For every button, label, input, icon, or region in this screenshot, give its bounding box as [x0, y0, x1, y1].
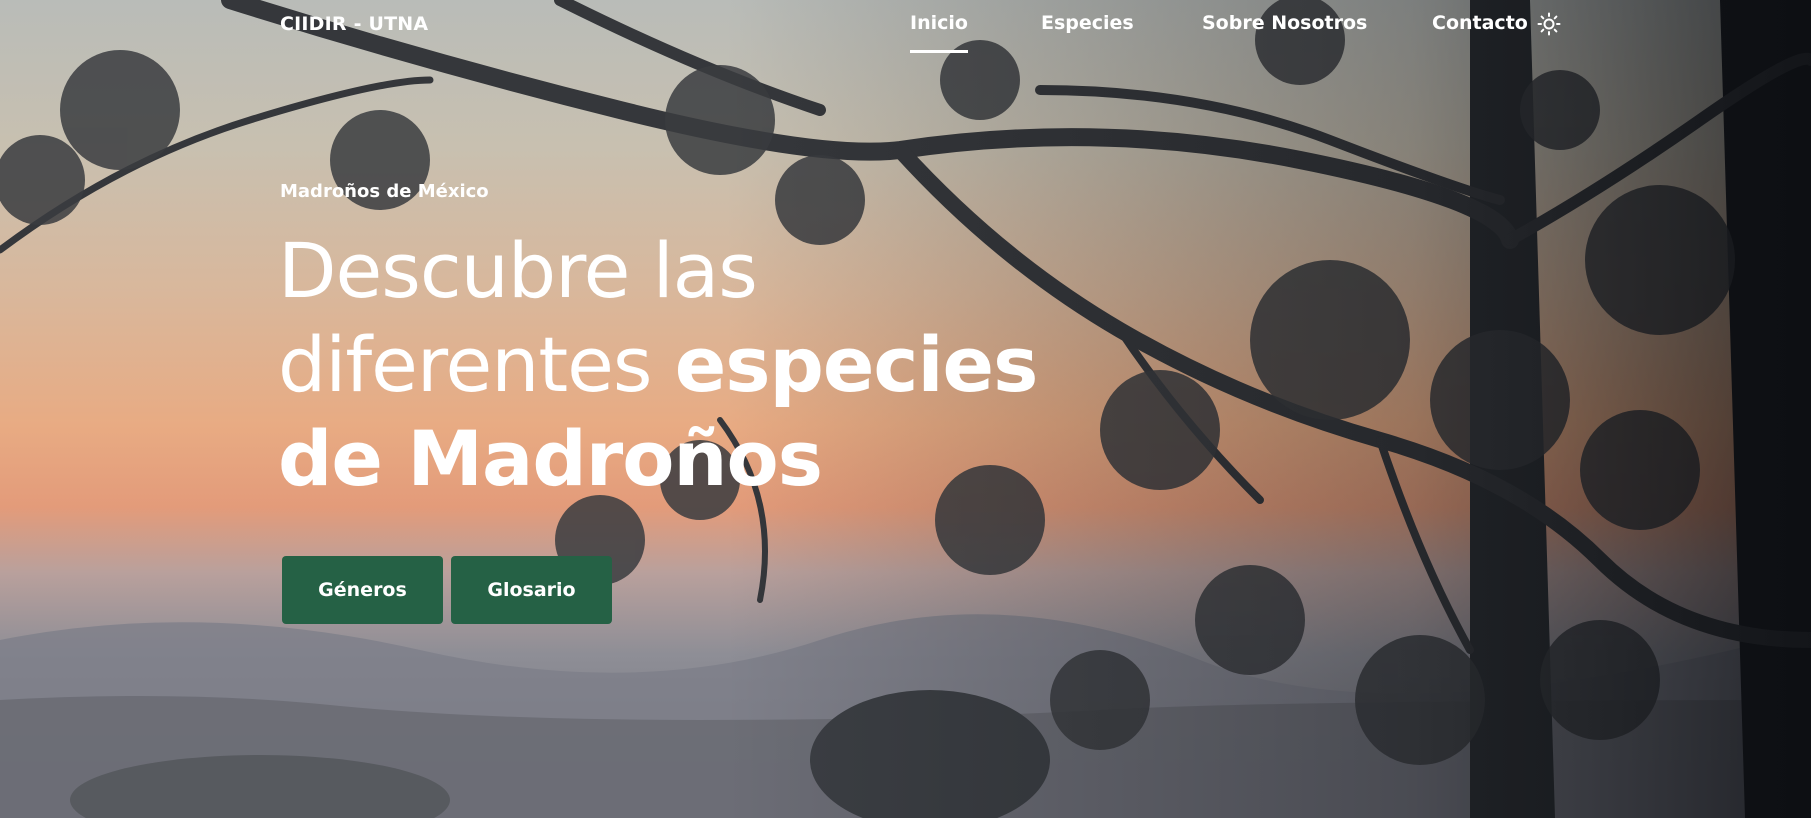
headline-line-2-start: diferentes [278, 320, 675, 409]
nav-item-contacto[interactable]: Contacto [1432, 12, 1528, 34]
top-navbar: CIIDIR - UTNA Inicio Especies Sobre Noso… [0, 0, 1811, 53]
nav-item-inicio[interactable]: Inicio [910, 12, 968, 53]
generos-button[interactable]: Géneros [282, 556, 443, 624]
hero-eyebrow: Madroños de México [280, 181, 489, 202]
headline-line-1: Descubre las [278, 226, 758, 315]
nav-item-sobre-nosotros[interactable]: Sobre Nosotros [1202, 12, 1367, 34]
headline-emphasis-especies: especies [674, 320, 1039, 409]
hero-section: CIIDIR - UTNA Inicio Especies Sobre Noso… [0, 0, 1811, 818]
headline-line-3-start: de [278, 414, 408, 503]
hero-actions: Géneros Glosario [282, 556, 620, 624]
hero-headline: Descubre las diferentes especies de Madroñ… [278, 224, 1058, 506]
glosario-button[interactable]: Glosario [451, 556, 612, 624]
nav-item-especies[interactable]: Especies [1041, 12, 1134, 34]
headline-emphasis-madronos: Madroños [407, 414, 823, 503]
sun-icon[interactable] [1537, 12, 1561, 36]
